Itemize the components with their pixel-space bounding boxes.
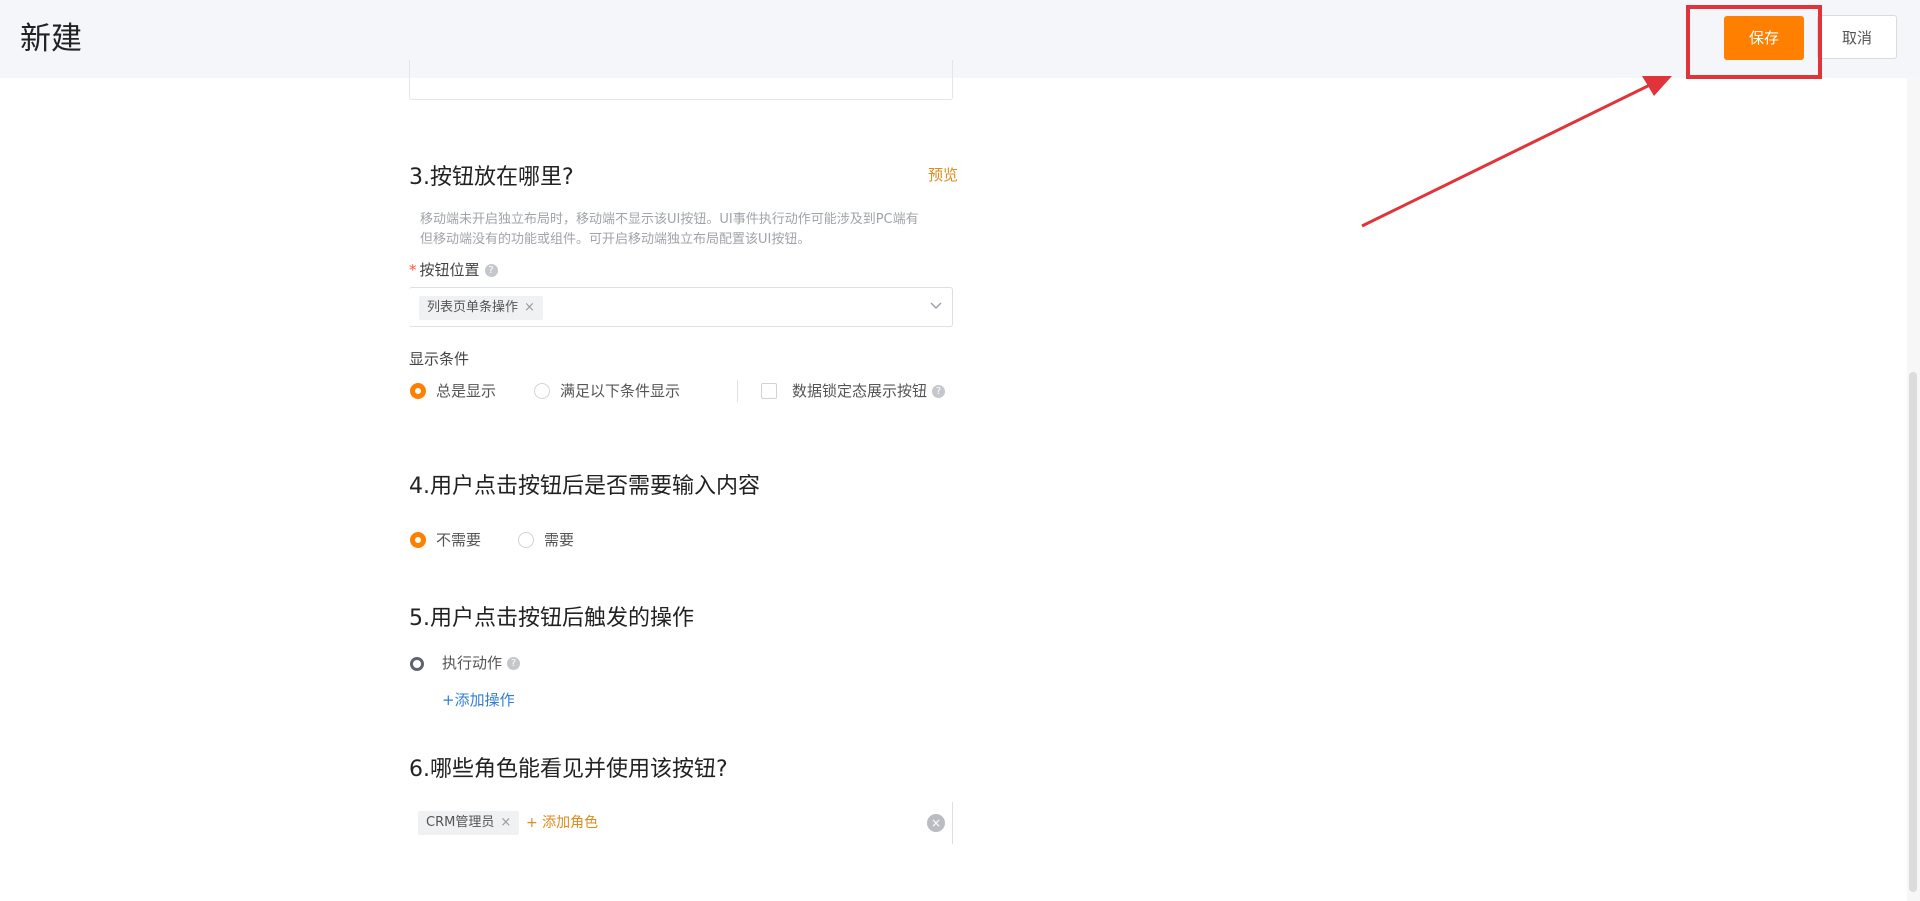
position-tag-text: 列表页单条操作 [427,300,519,315]
add-action-link[interactable]: +添加操作 [442,690,515,710]
section-3-hint: 移动端未开启独立布局时，移动端不显示该UI按钮。UI事件执行动作可能涉及到PC端… [420,210,950,250]
section-4-title: 4.用户点击按钮后是否需要输入内容 [409,474,760,499]
close-icon[interactable]: × [500,815,511,830]
button-position-select[interactable]: 列表页单条操作 × [409,287,953,327]
cancel-button[interactable]: 取消 [1817,15,1897,59]
page-title: 新建 [20,21,82,57]
help-icon[interactable]: ? [932,385,946,398]
role-select[interactable]: CRM管理员 × + 添加角色 × [409,802,953,844]
radio-execute-action[interactable] [410,657,424,671]
chevron-down-icon[interactable] [930,302,942,310]
radio-need-input[interactable] [518,532,534,548]
button-position-label-text: 按钮位置 [419,261,480,279]
save-button[interactable]: 保存 [1724,16,1804,60]
radio-always-show[interactable] [410,383,426,399]
clear-icon[interactable]: × [927,814,945,832]
role-tag-text: CRM管理员 [426,815,495,830]
option-need-input[interactable]: 需要 [544,530,574,550]
top-bar: 新建 保存 取消 [0,0,1920,78]
radio-no-input[interactable] [410,532,426,548]
help-icon[interactable]: ? [507,657,521,670]
option-no-input[interactable]: 不需要 [436,530,481,550]
display-condition-label: 显示条件 [409,350,470,368]
hint-line-2: 但移动端没有的功能或组件。可开启移动端独立布局配置该UI按钮。 [420,232,811,247]
role-tag: CRM管理员 × [418,811,520,835]
option-conditional-show[interactable]: 满足以下条件显示 [560,381,680,401]
preview-link[interactable]: 预览 [928,165,958,185]
scrollbar-thumb[interactable] [1909,372,1917,892]
position-tag: 列表页单条操作 × [419,296,543,320]
lock-state-label[interactable]: 数据锁定态展示按钮? [792,381,946,401]
execute-action-label-text: 执行动作 [442,654,503,672]
annotation-arrow [1361,76,1672,228]
previous-field-bottom[interactable] [409,60,953,100]
add-role-button[interactable]: + 添加角色 [526,812,598,834]
required-star: * [409,261,417,279]
section-5-title: 5.用户点击按钮后触发的操作 [409,606,694,631]
option-always-show[interactable]: 总是显示 [436,381,496,401]
radio-conditional-show[interactable] [534,383,550,399]
hint-line-1: 移动端未开启独立布局时，移动端不显示该UI按钮。UI事件执行动作可能涉及到PC端… [420,212,919,227]
section-3-title: 3.按钮放在哪里? [409,165,574,190]
lock-state-checkbox[interactable] [761,383,777,399]
close-icon[interactable]: × [524,300,535,315]
button-position-label: * 按钮位置? [409,260,498,280]
option-divider [737,380,738,402]
lock-state-label-text: 数据锁定态展示按钮 [792,382,928,400]
section-6-title: 6.哪些角色能看见并使用该按钮? [409,757,728,782]
help-icon[interactable]: ? [484,264,498,277]
execute-action-label: 执行动作? [442,653,521,673]
